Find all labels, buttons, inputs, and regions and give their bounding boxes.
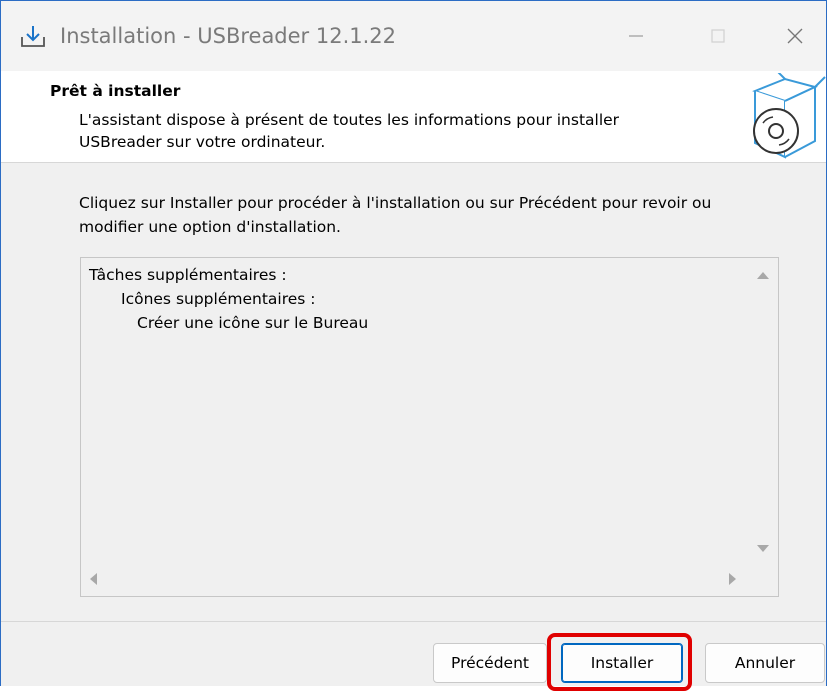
page-title: Prêt à installer [50,82,181,100]
scroll-down-arrow-icon[interactable] [757,545,769,552]
page-description: L'assistant dispose à présent de toutes … [79,111,620,151]
ready-memo[interactable]: Tâches supplémentaires : Icônes suppléme… [80,257,779,597]
box-with-disc-icon [752,73,826,159]
install-highlight-box [547,633,692,691]
scroll-right-arrow-icon[interactable] [729,573,736,585]
download-icon [21,26,45,47]
scroll-left-arrow-icon[interactable] [90,573,97,585]
wizard-header: Prêt à installer L'assistant dispose à p… [1,71,826,163]
minimize-icon[interactable] [601,11,671,61]
close-icon[interactable] [761,11,829,61]
footer-divider [1,621,826,622]
maximize-icon[interactable] [683,11,753,61]
memo-line: Créer une icône sur le Bureau [137,314,369,332]
memo-line: Tâches supplémentaires : [89,266,287,284]
cancel-button[interactable]: Annuler [705,643,825,683]
scroll-up-arrow-icon[interactable] [757,272,769,279]
previous-button[interactable]: Précédent [433,643,547,683]
memo-line: Icônes supplémentaires : [121,290,316,308]
title-bar[interactable]: Installation - USBreader 12.1.22 [1,1,826,71]
window-title: Installation - USBreader 12.1.22 [60,24,397,48]
installer-window: Installation - USBreader 12.1.22 Prêt à … [0,0,827,691]
intro-text: Cliquez sur Installer pour procéder à l'… [79,194,712,236]
